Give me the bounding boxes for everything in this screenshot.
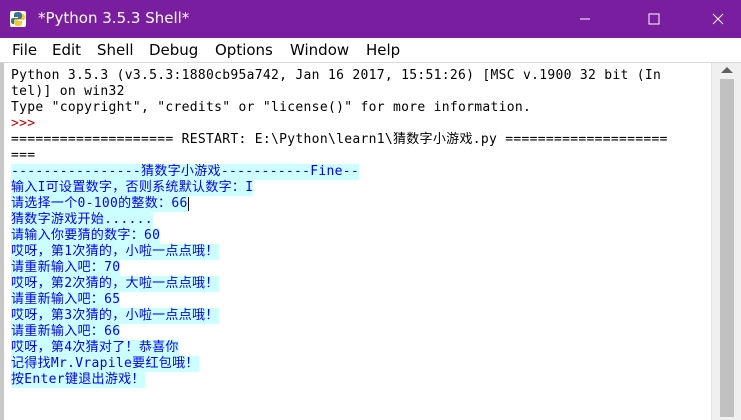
shell-window: Python 3.5.3 (v3.5.3:1880cb95a742, Jan 1… bbox=[0, 62, 741, 420]
output-line: 猜数字游戏开始...... bbox=[11, 212, 153, 228]
output-line: ----------------猜数字小游戏-----------Fine-- bbox=[11, 164, 359, 180]
output-line: 哎呀，第1次猜的，小啦一点点哦！ bbox=[11, 244, 219, 260]
menu-help[interactable]: Help bbox=[366, 41, 400, 59]
shell-text-area[interactable]: Python 3.5.3 (v3.5.3:1880cb95a742, Jan 1… bbox=[0, 63, 711, 420]
title-bar[interactable]: *Python 3.5.3 Shell* bbox=[0, 0, 741, 38]
output-line: 哎呀，第3次猜的，小啦一点点哦！ bbox=[11, 308, 219, 324]
menu-edit[interactable]: Edit bbox=[52, 41, 81, 59]
restart-line: ==================== RESTART: E:\Python\… bbox=[11, 132, 668, 147]
menu-window[interactable]: Window bbox=[290, 41, 349, 59]
shell-prompt: >>> bbox=[11, 116, 44, 131]
maximize-icon bbox=[648, 13, 660, 25]
output-line: 请输入你要猜的数字：60 bbox=[11, 228, 161, 244]
minimize-icon bbox=[580, 18, 590, 20]
output-line: 哎呀，第2次猜的，大啦一点点哦！ bbox=[11, 276, 219, 292]
window-title: *Python 3.5.3 Shell* bbox=[38, 9, 190, 27]
output-line: 输入I可设置数字，否则系统默认数字：I bbox=[11, 180, 254, 196]
output-text: 请选择一个0-100的整数：66 bbox=[11, 196, 188, 211]
menu-options[interactable]: Options bbox=[215, 41, 273, 59]
banner-line: Type "copyright", "credits" or "license(… bbox=[11, 100, 532, 115]
minimize-button[interactable] bbox=[562, 0, 608, 38]
scrollbar-thumb[interactable] bbox=[720, 79, 734, 417]
text-cursor bbox=[187, 196, 189, 211]
output-line: 记得找Mr.Vrapile要红包哦！ bbox=[11, 356, 199, 372]
menu-file[interactable]: File bbox=[12, 41, 37, 59]
menu-debug[interactable]: Debug bbox=[149, 41, 198, 59]
python-icon bbox=[10, 11, 26, 27]
output-line: 哎呀，第4次猜对了！恭喜你 bbox=[11, 340, 179, 356]
banner-line: tel)] on win32 bbox=[11, 84, 125, 99]
menu-shell[interactable]: Shell bbox=[97, 41, 134, 59]
output-line: 请重新输入吧：66 bbox=[11, 324, 121, 340]
maximize-button[interactable] bbox=[631, 0, 677, 38]
restart-line: === bbox=[11, 148, 36, 163]
close-icon bbox=[712, 13, 724, 25]
output-line: 按Enter键退出游戏！ bbox=[11, 372, 145, 388]
output-line: 请重新输入吧：65 bbox=[11, 292, 121, 308]
output-line: 请选择一个0-100的整数：66 bbox=[11, 196, 189, 212]
close-button[interactable] bbox=[695, 0, 741, 38]
vertical-scrollbar[interactable] bbox=[711, 63, 741, 420]
menu-bar: File Edit Shell Debug Options Window Hel… bbox=[0, 38, 741, 62]
output-line: 请重新输入吧：70 bbox=[11, 260, 121, 276]
banner-line: Python 3.5.3 (v3.5.3:1880cb95a742, Jan 1… bbox=[11, 68, 662, 83]
scroll-up-arrow-icon[interactable] bbox=[721, 67, 733, 73]
